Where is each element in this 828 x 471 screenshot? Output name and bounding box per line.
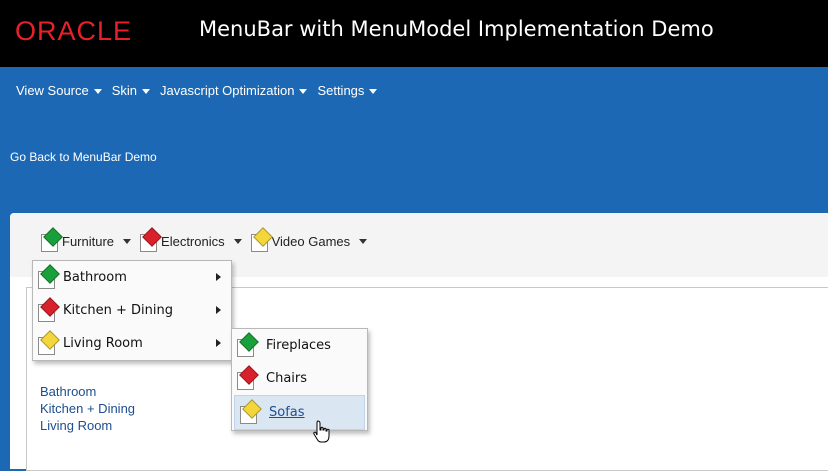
menu-javascript-optimization[interactable]: Javascript Optimization — [160, 83, 308, 98]
menubar-item-video-games[interactable]: Video Games — [250, 227, 368, 252]
chevron-down-icon — [93, 89, 102, 95]
demo-menubar: Furniture Electronics Video Games — [40, 227, 368, 252]
submenu-item-fireplaces[interactable]: Fireplaces — [232, 329, 367, 362]
submenu-item-sofas[interactable]: Sofas — [234, 395, 365, 430]
menubar-label: Electronics — [161, 233, 225, 249]
menubar-item-furniture[interactable]: Furniture — [40, 227, 132, 252]
submenu-item-chairs[interactable]: Chairs — [232, 362, 367, 395]
header-bar: ORACLE MenuBar with MenuModel Implementa… — [0, 0, 828, 67]
document-icon — [37, 296, 60, 322]
menu-skin[interactable]: Skin — [111, 83, 151, 98]
menubar-label: Furniture — [62, 233, 115, 249]
document-icon — [37, 263, 60, 289]
content-link-bathroom[interactable]: Bathroom — [40, 383, 135, 400]
menu-settings[interactable]: Settings — [317, 83, 378, 98]
menu-label: Javascript Optimization — [160, 83, 295, 98]
chevron-down-icon — [299, 89, 308, 95]
dropdown-item-kitchen-dining[interactable]: Kitchen + Dining — [33, 294, 231, 327]
menubar-label: Video Games — [271, 233, 351, 249]
chevron-down-icon — [369, 89, 378, 95]
dropdown-label: Kitchen + Dining — [63, 303, 173, 318]
dropdown-label: Living Room — [63, 336, 143, 351]
oracle-logo: ORACLE — [15, 16, 133, 46]
chevron-right-icon — [216, 306, 221, 314]
menu-view-source[interactable]: View Source — [16, 83, 102, 98]
content-link-living-room[interactable]: Living Room — [40, 417, 135, 434]
document-icon — [139, 227, 162, 252]
document-icon — [250, 227, 273, 252]
hand-cursor-icon — [313, 420, 330, 443]
chevron-down-icon — [142, 89, 151, 95]
living-room-submenu: Fireplaces Chairs Sofas — [231, 328, 368, 431]
furniture-dropdown: Bathroom Kitchen + Dining Living Room — [32, 260, 232, 361]
chevron-down-icon — [123, 238, 132, 244]
dropdown-item-bathroom[interactable]: Bathroom — [33, 261, 231, 294]
back-to-menubar-demo-link[interactable]: Go Back to MenuBar Demo — [10, 150, 157, 164]
document-icon — [37, 329, 60, 355]
page-title: MenuBar with MenuModel Implementation De… — [199, 17, 714, 41]
submenu-label: Chairs — [266, 371, 308, 386]
menubar-item-electronics[interactable]: Electronics — [139, 227, 242, 252]
chevron-down-icon — [359, 238, 368, 244]
dropdown-label: Bathroom — [63, 270, 127, 285]
chevron-right-icon — [216, 273, 221, 281]
menu-label: View Source — [16, 83, 89, 98]
chevron-down-icon — [233, 238, 242, 244]
content-link-kitchen-dining[interactable]: Kitchen + Dining — [40, 400, 135, 417]
document-icon — [236, 331, 259, 357]
submenu-label: Fireplaces — [266, 338, 331, 353]
top-menu: View Source Skin Javascript Optimization… — [16, 83, 378, 98]
document-icon — [40, 227, 63, 252]
document-icon — [239, 398, 262, 424]
content-links: Bathroom Kitchen + Dining Living Room — [40, 383, 135, 434]
menu-label: Settings — [317, 83, 365, 98]
document-icon — [236, 364, 259, 390]
dropdown-item-living-room[interactable]: Living Room — [33, 327, 231, 360]
submenu-label: Sofas — [269, 405, 305, 420]
menu-label: Skin — [111, 83, 138, 98]
chevron-right-icon — [216, 339, 221, 347]
